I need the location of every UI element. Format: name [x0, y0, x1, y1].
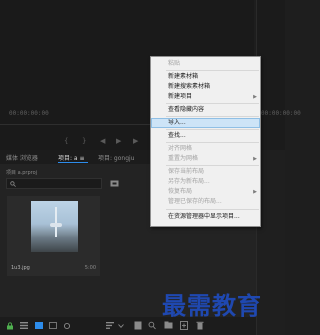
menu-separator — [166, 165, 259, 166]
active-tab-indicator — [58, 162, 88, 163]
menu-item-restore-layout: 恢复布局 ▶ — [151, 187, 260, 197]
mark-in-icon[interactable]: { — [64, 138, 68, 145]
menu-item-label: 查看隐藏内容 — [168, 106, 205, 113]
tab-media-browser[interactable]: 媒体 浏览器 — [6, 153, 38, 162]
menu-item-label: 管理已保存的布局... — [168, 198, 222, 205]
mark-out-icon[interactable]: } — [82, 138, 86, 145]
trash-icon[interactable] — [196, 321, 204, 330]
menu-item-label: 对齐网格 — [168, 145, 193, 152]
watermark-logo: 最需教育 — [162, 291, 262, 320]
search-input[interactable] — [6, 178, 102, 189]
menu-item-save-as-layout: 另存为新布局... — [151, 177, 260, 187]
project-filename: 项目 a.prproj — [6, 170, 38, 176]
play-icon[interactable]: ▶ — [116, 138, 121, 145]
submenu-arrow-icon: ▶ — [253, 156, 257, 162]
new-bin-icon[interactable] — [110, 180, 119, 187]
menu-item-manage-layouts: 管理已保存的布局... — [151, 197, 260, 207]
context-menu: 粘贴 新建素材箱 新建搜索素材箱 新建项目 ▶ 查看隐藏内容 导入... 查找..… — [150, 56, 261, 227]
menu-item-paste: 粘贴 — [151, 59, 260, 69]
tower-pod-shape — [50, 223, 62, 227]
menu-item-new-item[interactable]: 新建项目 ▶ — [151, 92, 260, 102]
menu-item-view-hidden[interactable]: 查看隐藏内容 — [151, 105, 260, 115]
chevron-down-icon[interactable] — [118, 324, 124, 328]
menu-item-label: 另存为新布局... — [168, 178, 210, 185]
menu-item-new-search-bin[interactable]: 新建搜索素材箱 — [151, 82, 260, 92]
menu-item-label: 在资源管理器中显示项目... — [168, 213, 240, 220]
program-timecode: 00:00:00:00 — [9, 110, 49, 117]
menu-item-label: 导入... — [168, 119, 186, 126]
menu-separator — [166, 142, 259, 143]
clip-name: 1u3.jpg — [11, 265, 30, 271]
tab-project-a[interactable]: 项目: a ≡ — [58, 153, 85, 162]
menu-item-label: 保存当前布局 — [168, 168, 205, 175]
list-view-icon[interactable] — [20, 322, 28, 329]
menu-item-label: 新建搜索素材箱 — [168, 83, 211, 90]
menu-separator — [166, 103, 259, 104]
step-forward-icon[interactable]: ▶ — [133, 138, 138, 145]
tab-project-gongju[interactable]: 项目: gongju — [98, 153, 135, 162]
menu-separator — [166, 209, 259, 210]
menu-item-label: 粘贴 — [168, 60, 181, 67]
clip-thumbnail-card[interactable]: 1u3.jpg 5:00 — [7, 196, 100, 276]
clip-duration: 5:00 — [84, 265, 96, 271]
menu-item-new-bin[interactable]: 新建素材箱 — [151, 72, 260, 82]
menu-item-label: 恢复布局 — [168, 188, 193, 195]
menu-item-label: 新建项目 — [168, 93, 193, 100]
menu-separator — [166, 70, 259, 71]
menu-separator — [166, 129, 259, 130]
find-icon[interactable] — [148, 321, 156, 330]
submenu-arrow-icon: ▶ — [253, 189, 257, 195]
source-timecode: 00:00:00:00 — [261, 110, 301, 117]
sort-icons-icon[interactable] — [106, 322, 114, 329]
clip-thumbnail-image[interactable] — [31, 201, 78, 252]
menu-item-save-layout: 保存当前布局 — [151, 167, 260, 177]
search-icon — [10, 181, 16, 187]
menu-item-label: 查找... — [168, 132, 186, 139]
menu-item-reset-grid: 重置为网格 ▶ — [151, 154, 260, 164]
new-item-icon[interactable] — [180, 321, 188, 330]
zoom-slider-icon[interactable] — [63, 322, 71, 330]
step-back-icon[interactable]: ◀ — [100, 138, 105, 145]
automate-to-sequence-icon[interactable] — [134, 321, 142, 330]
menu-item-reveal-in-explorer[interactable]: 在资源管理器中显示项目... — [151, 212, 260, 222]
city-skyline-shape — [31, 237, 78, 252]
menu-item-find[interactable]: 查找... — [151, 131, 260, 141]
menu-item-label: 重置为网格 — [168, 155, 199, 162]
lock-icon[interactable] — [6, 322, 14, 330]
freeform-view-icon[interactable] — [49, 322, 57, 329]
new-bin-icon[interactable] — [164, 321, 173, 329]
icon-view-icon[interactable] — [35, 322, 43, 329]
menu-item-align-grid: 对齐网格 — [151, 144, 260, 154]
menu-item-label: 新建素材箱 — [168, 73, 199, 80]
submenu-arrow-icon: ▶ — [253, 94, 257, 100]
menu-separator — [166, 116, 259, 117]
menu-item-import[interactable]: 导入... — [151, 118, 260, 128]
